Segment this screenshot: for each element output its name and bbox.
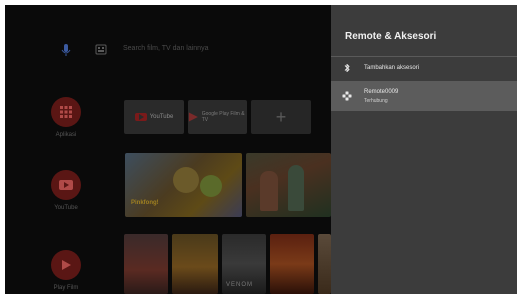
movie-poster[interactable] bbox=[318, 234, 331, 294]
featured-thumbnail-shape bbox=[200, 175, 222, 197]
add-accessory-label: Tambahkan aksesori bbox=[364, 65, 420, 71]
remote-device-name: Remote0009 bbox=[364, 89, 399, 95]
movie-poster[interactable] bbox=[124, 234, 168, 294]
tv-screen: Search film, TV dan lainnya Aplikasi You… bbox=[5, 5, 517, 294]
add-favorite-tile[interactable]: + bbox=[251, 100, 311, 134]
apps-grid-icon bbox=[51, 97, 81, 127]
google-play-movies-tile[interactable]: Google Play Film & TV bbox=[188, 100, 247, 134]
youtube-logo-icon bbox=[134, 113, 147, 121]
remote-device-item[interactable]: Remote0009 Terhubung bbox=[331, 81, 517, 111]
thumbnail-figure bbox=[260, 171, 278, 211]
remote-device-status: Terhubung bbox=[364, 98, 388, 104]
add-accessory-item[interactable]: Tambahkan aksesori bbox=[331, 57, 517, 80]
side-app-play-film[interactable]: Play Film bbox=[46, 250, 86, 291]
settings-panel: Remote & Aksesori Tambahkan aksesori Rem… bbox=[331, 5, 517, 294]
play-movies-icon bbox=[51, 250, 81, 280]
poster-title: VENOM bbox=[226, 282, 254, 288]
google-play-tile-label: Google Play Film & TV bbox=[201, 111, 245, 123]
add-icon: + bbox=[275, 107, 287, 127]
video-thumbnail-tile[interactable] bbox=[246, 153, 331, 217]
gamepad-icon bbox=[342, 91, 352, 101]
side-app-label: Play Film bbox=[53, 285, 79, 291]
side-app-aplikasi[interactable]: Aplikasi bbox=[46, 97, 86, 138]
bluetooth-icon bbox=[344, 64, 350, 72]
side-app-label: YouTube bbox=[54, 205, 78, 211]
featured-thumbnail-shape bbox=[173, 167, 199, 193]
youtube-tile[interactable]: YouTube bbox=[124, 100, 184, 134]
google-play-icon bbox=[188, 112, 198, 122]
home-screen: Search film, TV dan lainnya Aplikasi You… bbox=[5, 5, 331, 294]
side-app-youtube[interactable]: YouTube bbox=[46, 170, 86, 211]
movie-poster[interactable] bbox=[172, 234, 218, 294]
thumbnail-figure bbox=[288, 165, 304, 211]
keyboard-icon[interactable] bbox=[95, 44, 107, 55]
featured-brand-label: Pinkfong! bbox=[131, 200, 159, 206]
featured-video-tile[interactable]: Pinkfong! bbox=[125, 153, 242, 217]
movie-poster[interactable]: VENOM bbox=[222, 234, 266, 294]
movie-poster[interactable] bbox=[270, 234, 314, 294]
panel-title: Remote & Aksesori bbox=[345, 31, 437, 42]
side-app-label: Aplikasi bbox=[55, 132, 77, 138]
youtube-play-icon bbox=[51, 170, 81, 200]
microphone-icon[interactable] bbox=[60, 43, 72, 57]
search-hint[interactable]: Search film, TV dan lainnya bbox=[123, 45, 208, 52]
youtube-tile-label: YouTube bbox=[149, 114, 174, 120]
